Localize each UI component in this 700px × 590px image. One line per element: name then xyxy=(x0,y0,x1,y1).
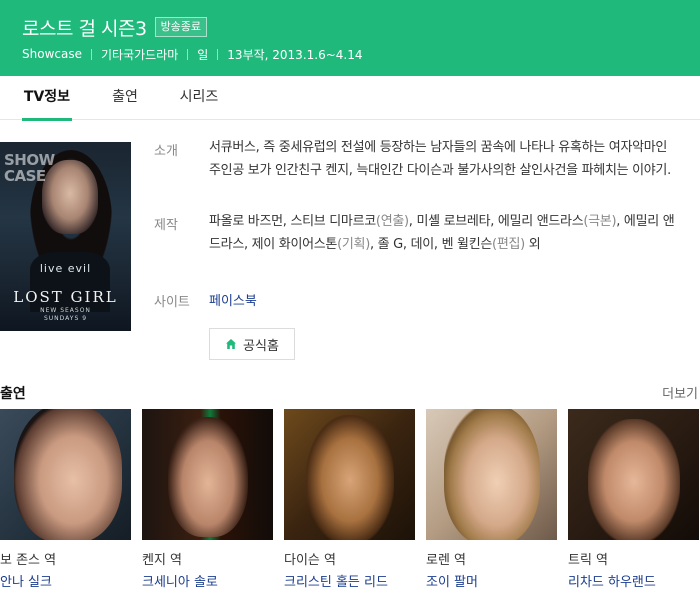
cast-role: 보 존스 역 xyxy=(0,553,57,568)
meta-channel[interactable]: Showcase xyxy=(22,47,82,61)
title-row: 로스트 걸 시즌3 방송종료 xyxy=(22,14,208,40)
official-home-label: 공식홈 xyxy=(243,338,279,354)
cast-photo[interactable] xyxy=(568,409,699,540)
credit-role: (극본) xyxy=(583,214,617,229)
intro-text: 서큐버스, 즉 중세유럽의 전설에 등장하는 남자들의 꿈속에 나타나 유혹하는… xyxy=(209,140,671,178)
poster-corner-logo: SHOW CASE xyxy=(4,151,55,185)
cast-actor-link[interactable]: 조이 팔머 xyxy=(426,571,478,590)
tab-cast[interactable]: 출연 xyxy=(110,76,140,120)
meta-episodes-period: 13부작, 2013.1.6~4.14 xyxy=(227,47,363,62)
meta-divider xyxy=(217,48,219,60)
cast-role: 다이슨 역 xyxy=(284,553,336,568)
tab-label: 시리즈 xyxy=(179,89,219,105)
home-icon xyxy=(225,338,237,350)
poster-subtext: NEW SEASON SUNDAYS 9 xyxy=(40,307,91,322)
cast-photo[interactable] xyxy=(0,409,131,540)
cast-more-link[interactable]: 더보기 xyxy=(662,383,698,402)
cast-role: 트릭 역 xyxy=(568,553,609,568)
official-home-button[interactable]: 공식홈 xyxy=(209,328,295,360)
cast-actor-link[interactable]: 안나 실크 xyxy=(0,571,52,590)
program-title: 로스트 걸 시즌3 xyxy=(22,17,147,40)
tab-bar: TV정보 출연 시리즈 xyxy=(0,76,700,121)
cast-actor-link[interactable]: 리차드 하우랜드 xyxy=(568,571,656,590)
site-link-facebook[interactable]: 페이스북 xyxy=(209,290,257,309)
credit-etc: 외 xyxy=(524,237,541,252)
program-meta: Showcase 기타국가드라마 일 13부작, 2013.1.6~4.14 xyxy=(22,46,363,62)
meta-genre: 기타국가드라마 xyxy=(100,47,179,62)
cast-section-title: 출연 xyxy=(0,386,26,402)
production-label: 제작 xyxy=(154,218,178,233)
meta-divider xyxy=(90,48,92,60)
credit-editor: , 졸 G, 데이, 벤 윌킨슨 xyxy=(369,237,493,252)
cast-actor-link[interactable]: 크세니아 솔로 xyxy=(142,571,218,590)
program-header: 로스트 걸 시즌3 방송종료 Showcase 기타국가드라마 일 13부작, … xyxy=(0,0,700,76)
cast-role: 켄지 역 xyxy=(142,553,183,568)
cast-photo[interactable] xyxy=(284,409,415,540)
cast-photo[interactable] xyxy=(142,409,273,540)
credit-role: (연출) xyxy=(375,214,409,229)
site-label: 사이트 xyxy=(154,295,190,310)
tab-label: 출연 xyxy=(112,89,138,105)
status-badge: 방송종료 xyxy=(154,17,208,37)
credit-role: (기획) xyxy=(337,237,370,252)
meta-divider xyxy=(187,48,189,60)
program-poster[interactable]: SHOW CASE live evil LOST GIRL NEW SEASON… xyxy=(0,142,131,331)
credit-role: (편집) xyxy=(492,237,525,252)
meta-day: 일 xyxy=(197,47,209,62)
production-credits: 파올로 바즈먼, 스티브 디마르코(연출), 미셸 로브레타, 에밀리 앤드라스… xyxy=(209,210,679,256)
credit-writer: , 미셸 로브레타, 에밀리 앤드라스 xyxy=(408,214,584,229)
cast-photo[interactable] xyxy=(426,409,557,540)
tab-label: TV정보 xyxy=(23,89,71,105)
cast-actor-link[interactable]: 크리스틴 홀든 리드 xyxy=(284,571,388,590)
credit-director: 파올로 바즈먼, 스티브 디마르코 xyxy=(209,214,376,229)
poster-logo: LOST GIRL xyxy=(13,288,118,306)
intro-label: 소개 xyxy=(154,144,178,159)
active-tab-indicator xyxy=(22,118,72,121)
poster-tagline: live evil xyxy=(39,262,92,275)
tab-tv-info[interactable]: TV정보 xyxy=(22,76,72,121)
tab-series[interactable]: 시리즈 xyxy=(177,76,221,120)
cast-role: 로렌 역 xyxy=(426,553,467,568)
